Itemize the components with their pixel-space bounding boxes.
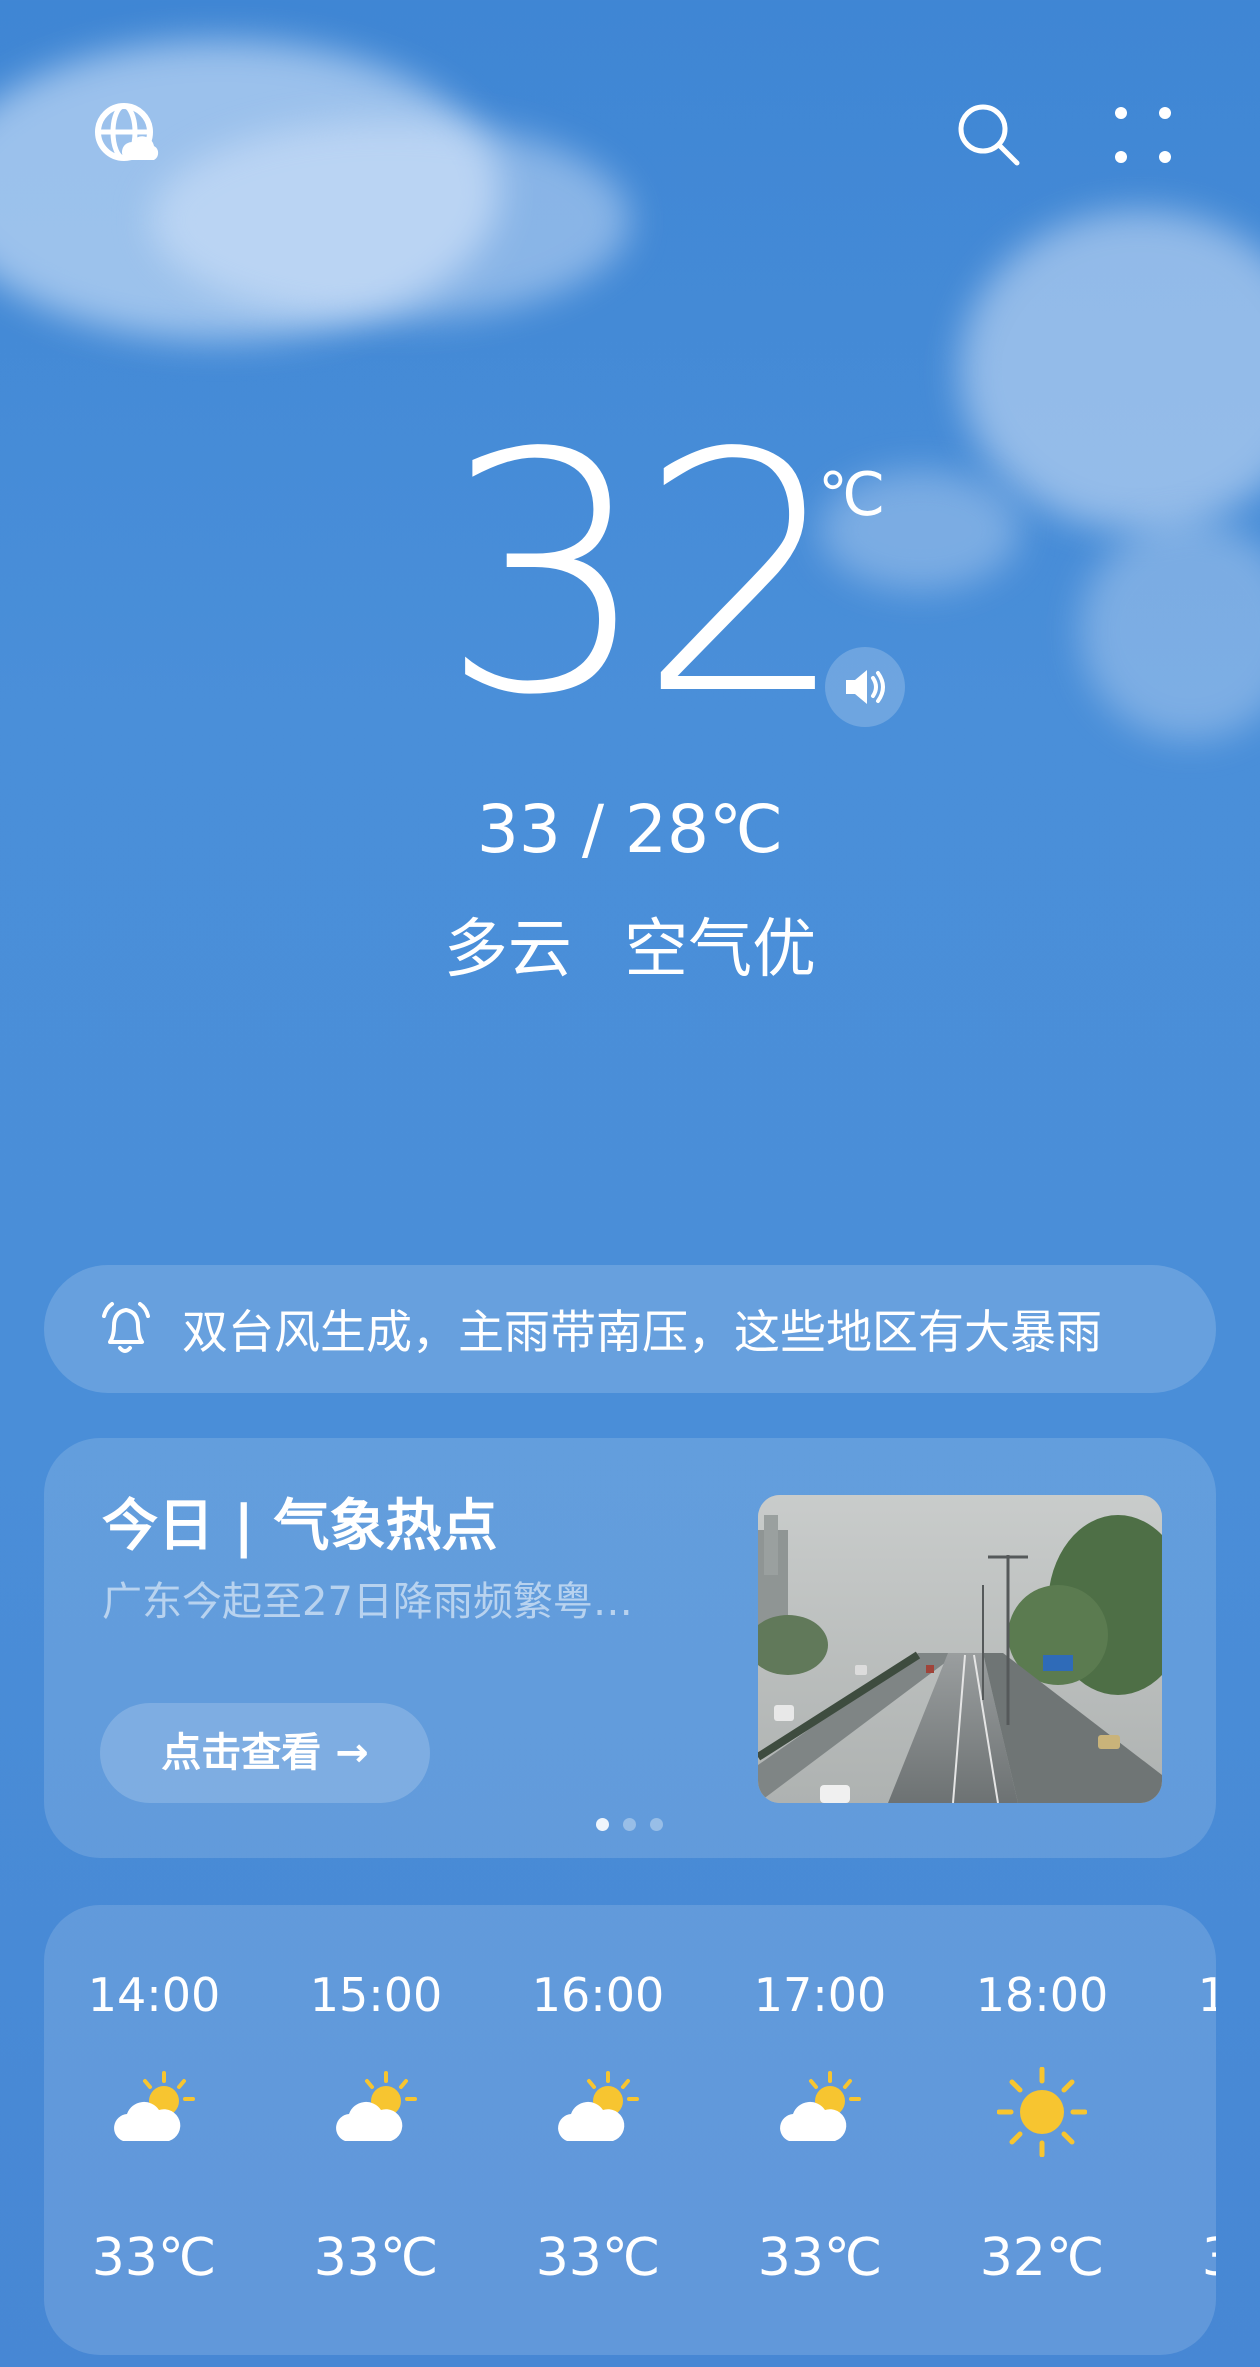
view-details-button[interactable]: 点击查看 → (100, 1703, 430, 1803)
top-bar (0, 0, 1260, 200)
carousel-dot[interactable] (623, 1818, 636, 1831)
air-quality[interactable]: 空气优 (624, 913, 816, 987)
hour-time: 14:00 (87, 1968, 221, 2022)
partly-cloudy-icon (558, 2071, 639, 2141)
temperature-unit: ℃ (818, 460, 886, 530)
weather-hot-topic-card[interactable]: 今日 | 气象热点 广东今起至27日降雨频繁粤… 点击查看 → (44, 1438, 1216, 1858)
carousel-indicator[interactable] (596, 1818, 663, 1831)
hour-time: 18:00 (975, 1968, 1109, 2022)
hour-temperature: 33℃ (313, 2228, 439, 2288)
globe-cloud-icon (95, 103, 159, 161)
sunny-icon (997, 2067, 1087, 2157)
hot-topic-subtitle: 广东今起至27日降雨频繁粤… (102, 1579, 633, 1625)
current-temperature: 32 (440, 383, 848, 767)
hourly-item: 15:00 33℃ (286, 1905, 466, 2355)
partly-cloudy-icon (114, 2071, 195, 2141)
hour-temperature: 33℃ (91, 2228, 217, 2288)
partly-cloudy-icon (780, 2071, 861, 2141)
city-manage-button[interactable] (88, 96, 168, 176)
hour-time: 17:00 (753, 1968, 887, 2022)
background-cloud (960, 210, 1260, 530)
hour-temperature: 33℃ (757, 2228, 883, 2288)
hourly-forecast-card[interactable]: 14:00 33℃ 15:00 33℃ 16:00 33℃ 17:00 33℃ … (44, 1905, 1216, 2355)
rainy-road-photo (758, 1495, 1162, 1803)
search-button[interactable] (950, 96, 1028, 174)
hourly-item: 17:00 33℃ (730, 1905, 910, 2355)
hour-time: 15:00 (309, 1968, 443, 2022)
partly-cloudy-icon (336, 2071, 417, 2141)
hot-topic-title: 今日 | 气象热点 (102, 1494, 498, 1559)
hour-time: 16:00 (531, 1968, 665, 2022)
background-cloud (1080, 520, 1260, 740)
speaker-icon (846, 670, 885, 704)
hourly-item: 19:00 32℃ (1174, 1905, 1216, 2355)
hour-temperature: 32℃ (979, 2228, 1105, 2288)
more-menu-button[interactable] (1104, 96, 1182, 174)
hour-temperature: 33℃ (535, 2228, 661, 2288)
voice-broadcast-button[interactable] (825, 647, 905, 727)
hourly-item: 18:00 32℃ (952, 1905, 1132, 2355)
alert-text: 双台风生成，主雨带南压，这些地区有大暴雨 (182, 1305, 1102, 1359)
carousel-dot[interactable] (650, 1818, 663, 1831)
hour-time: 19:00 (1197, 1968, 1216, 2022)
hot-topic-image[interactable] (758, 1495, 1162, 1803)
hour-temperature: 32℃ (1174, 2223, 1216, 2293)
carousel-dot[interactable] (596, 1818, 609, 1831)
weather-alert-banner[interactable]: 双台风生成，主雨带南压，这些地区有大暴雨 (44, 1265, 1216, 1393)
search-icon (958, 104, 1020, 166)
weather-condition: 多云 (443, 913, 572, 987)
grid-dots-icon (1115, 107, 1171, 163)
hourly-item: 14:00 33℃ (64, 1905, 244, 2355)
temperature-range: 33 / 28℃ (476, 791, 784, 868)
condition-line: 多云 空气优 (0, 910, 1260, 990)
current-temperature-block: 32 ℃ (440, 383, 905, 767)
bell-icon (102, 1302, 150, 1353)
hourly-item: 16:00 33℃ (508, 1905, 688, 2355)
